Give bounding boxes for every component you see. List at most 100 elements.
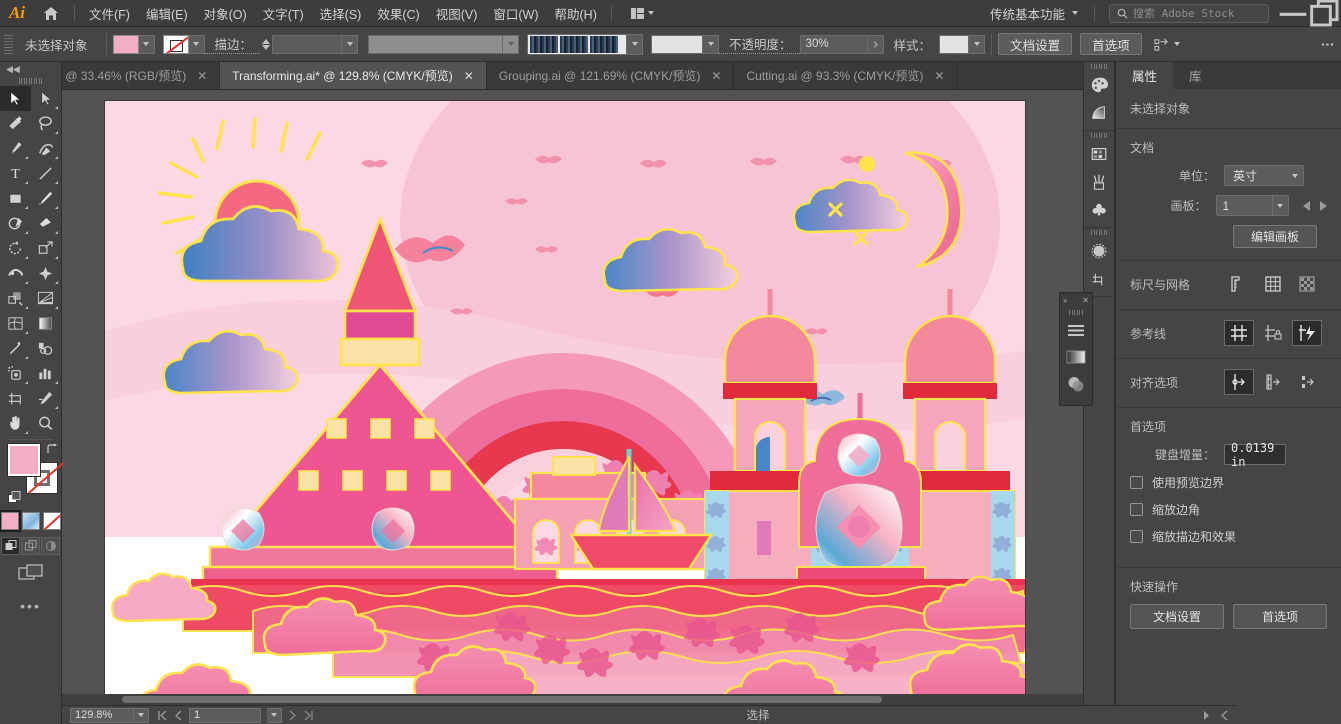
tab-cutting[interactable]: Cutting.ai @ 93.3% (CMYK/预览) ✕: [734, 62, 958, 89]
fill-swatch[interactable]: [112, 34, 139, 54]
status-resize-icon[interactable]: [1220, 710, 1229, 721]
color-swatch-button[interactable]: [0, 510, 21, 532]
use-preview-bounds-row[interactable]: 使用预览边界: [1130, 474, 1327, 491]
stroke-swatch[interactable]: [162, 34, 189, 54]
zoom-tool[interactable]: [31, 411, 62, 436]
fill-indicator[interactable]: [7, 443, 41, 477]
close-icon[interactable]: ✕: [711, 69, 721, 83]
artboard-number-field[interactable]: 1: [1215, 195, 1273, 216]
canvas-horizontal-scrollbar[interactable]: [62, 694, 1226, 705]
select-similar-options[interactable]: [1154, 37, 1180, 52]
artboard-page-dropdown[interactable]: [267, 707, 282, 723]
edit-artboards-button[interactable]: 编辑画板: [1233, 225, 1317, 248]
opacity-dropdown[interactable]: [867, 34, 884, 54]
scale-corners-row[interactable]: 缩放边角: [1130, 501, 1327, 518]
tab-transforming[interactable]: Transforming.ai* @ 129.8% (CMYK/预览) ✕: [220, 62, 487, 89]
blend-tool[interactable]: [31, 336, 62, 361]
lock-guides-icon[interactable]: [1258, 320, 1288, 346]
show-transparency-grid-icon[interactable]: [1292, 271, 1322, 297]
menu-select[interactable]: 选择(S): [312, 0, 370, 27]
swatches-panel-icon[interactable]: [1084, 140, 1114, 168]
draw-behind-button[interactable]: [21, 537, 40, 555]
arrange-documents-button[interactable]: [624, 5, 661, 22]
align-to-pixel-grid-icon[interactable]: [1224, 369, 1254, 395]
swap-fill-stroke-icon[interactable]: [46, 443, 59, 456]
line-segment-tool[interactable]: [31, 161, 62, 186]
close-icon[interactable]: ✕: [1082, 296, 1089, 305]
mesh-tool[interactable]: [0, 311, 31, 336]
first-artboard-icon[interactable]: [157, 710, 168, 721]
close-icon[interactable]: ✕: [464, 69, 474, 83]
close-icon[interactable]: ✕: [197, 69, 207, 83]
draw-normal-button[interactable]: [1, 537, 20, 555]
zoom-level-field[interactable]: 129.8%: [70, 707, 134, 723]
align-panel-icon[interactable]: [1060, 316, 1092, 343]
rectangle-tool[interactable]: [0, 186, 31, 211]
zoom-level-dropdown[interactable]: [134, 707, 149, 723]
canvas-viewport[interactable]: [62, 90, 1226, 694]
graphic-style-dropdown[interactable]: [969, 34, 986, 54]
eraser-tool[interactable]: [31, 211, 62, 236]
brushes-panel-icon[interactable]: [1084, 168, 1114, 196]
gradient-tool[interactable]: [31, 311, 62, 336]
tab-libraries[interactable]: 库: [1173, 62, 1218, 89]
artboard-1[interactable]: [105, 101, 1025, 694]
menu-type[interactable]: 文字(T): [255, 0, 312, 27]
restore-button[interactable]: [1309, 0, 1341, 27]
menu-window[interactable]: 窗口(W): [485, 0, 546, 27]
previous-artboard-icon[interactable]: [174, 710, 183, 721]
default-fill-stroke-icon[interactable]: [8, 491, 21, 504]
width-profile-dropdown[interactable]: [627, 33, 644, 55]
scrollbar-thumb[interactable]: [122, 696, 882, 703]
show-guides-icon[interactable]: [1224, 320, 1254, 346]
keyboard-increment-field[interactable]: 0.0139 in: [1224, 441, 1286, 469]
selection-tool[interactable]: [0, 86, 31, 111]
toolbar-grip[interactable]: [0, 76, 61, 86]
minimize-button[interactable]: [1277, 0, 1309, 27]
stroke-weight-stepper[interactable]: [260, 38, 272, 50]
screen-mode-button[interactable]: [0, 564, 61, 584]
rail-grip[interactable]: [1084, 131, 1114, 140]
scale-strokes-effects-checkbox[interactable]: [1130, 530, 1143, 543]
artboard-dropdown[interactable]: [1272, 195, 1289, 216]
type-tool[interactable]: T: [0, 161, 31, 186]
eyedropper-tool[interactable]: [0, 336, 31, 361]
control-bar-overflow[interactable]: [1321, 38, 1341, 51]
status-menu-icon[interactable]: [1202, 710, 1211, 721]
close-icon[interactable]: ✕: [934, 69, 944, 83]
stroke-color-control[interactable]: [162, 34, 205, 54]
stroke-weight-field[interactable]: [272, 34, 343, 54]
stroke-style-dropdown[interactable]: [503, 34, 520, 54]
none-swatch-button[interactable]: [42, 512, 61, 530]
floating-panel-grip[interactable]: [1060, 308, 1092, 316]
slice-tool[interactable]: [31, 386, 62, 411]
stroke-weight-dropdown[interactable]: [342, 34, 359, 54]
menu-help[interactable]: 帮助(H): [547, 0, 605, 27]
artboard-page-field[interactable]: 1: [189, 707, 261, 723]
stroke-dropdown-button[interactable]: [188, 34, 205, 54]
toolbar-collapse-icon[interactable]: ◀◀: [0, 62, 61, 76]
scale-strokes-effects-row[interactable]: 缩放描边和效果: [1130, 528, 1327, 545]
symbol-sprayer-tool[interactable]: [0, 361, 31, 386]
smart-guides-icon[interactable]: [1292, 320, 1322, 346]
free-transform-tool[interactable]: [31, 261, 62, 286]
home-icon[interactable]: [34, 0, 68, 27]
show-rulers-icon[interactable]: [1224, 271, 1254, 297]
next-artboard-icon[interactable]: [1320, 200, 1327, 211]
quick-preferences-button[interactable]: 首选项: [1233, 604, 1327, 629]
color-guide-panel-icon[interactable]: [1084, 99, 1114, 127]
shape-builder-tool[interactable]: [0, 286, 31, 311]
tab-properties[interactable]: 属性: [1116, 62, 1174, 89]
scale-tool[interactable]: [31, 236, 62, 261]
menu-edit[interactable]: 编辑(E): [138, 0, 196, 27]
pen-tool[interactable]: [0, 136, 31, 161]
gradient-panel-icon[interactable]: [1060, 343, 1092, 370]
width-profile-select[interactable]: [527, 33, 628, 55]
curvature-tool[interactable]: [31, 136, 62, 161]
preferences-button[interactable]: 首选项: [1080, 33, 1142, 55]
draw-inside-button[interactable]: [41, 537, 60, 555]
collapse-icon[interactable]: »: [1063, 296, 1067, 305]
lasso-tool[interactable]: [31, 111, 62, 136]
rail-grip[interactable]: [1084, 228, 1114, 237]
menu-object[interactable]: 对象(O): [196, 0, 255, 27]
